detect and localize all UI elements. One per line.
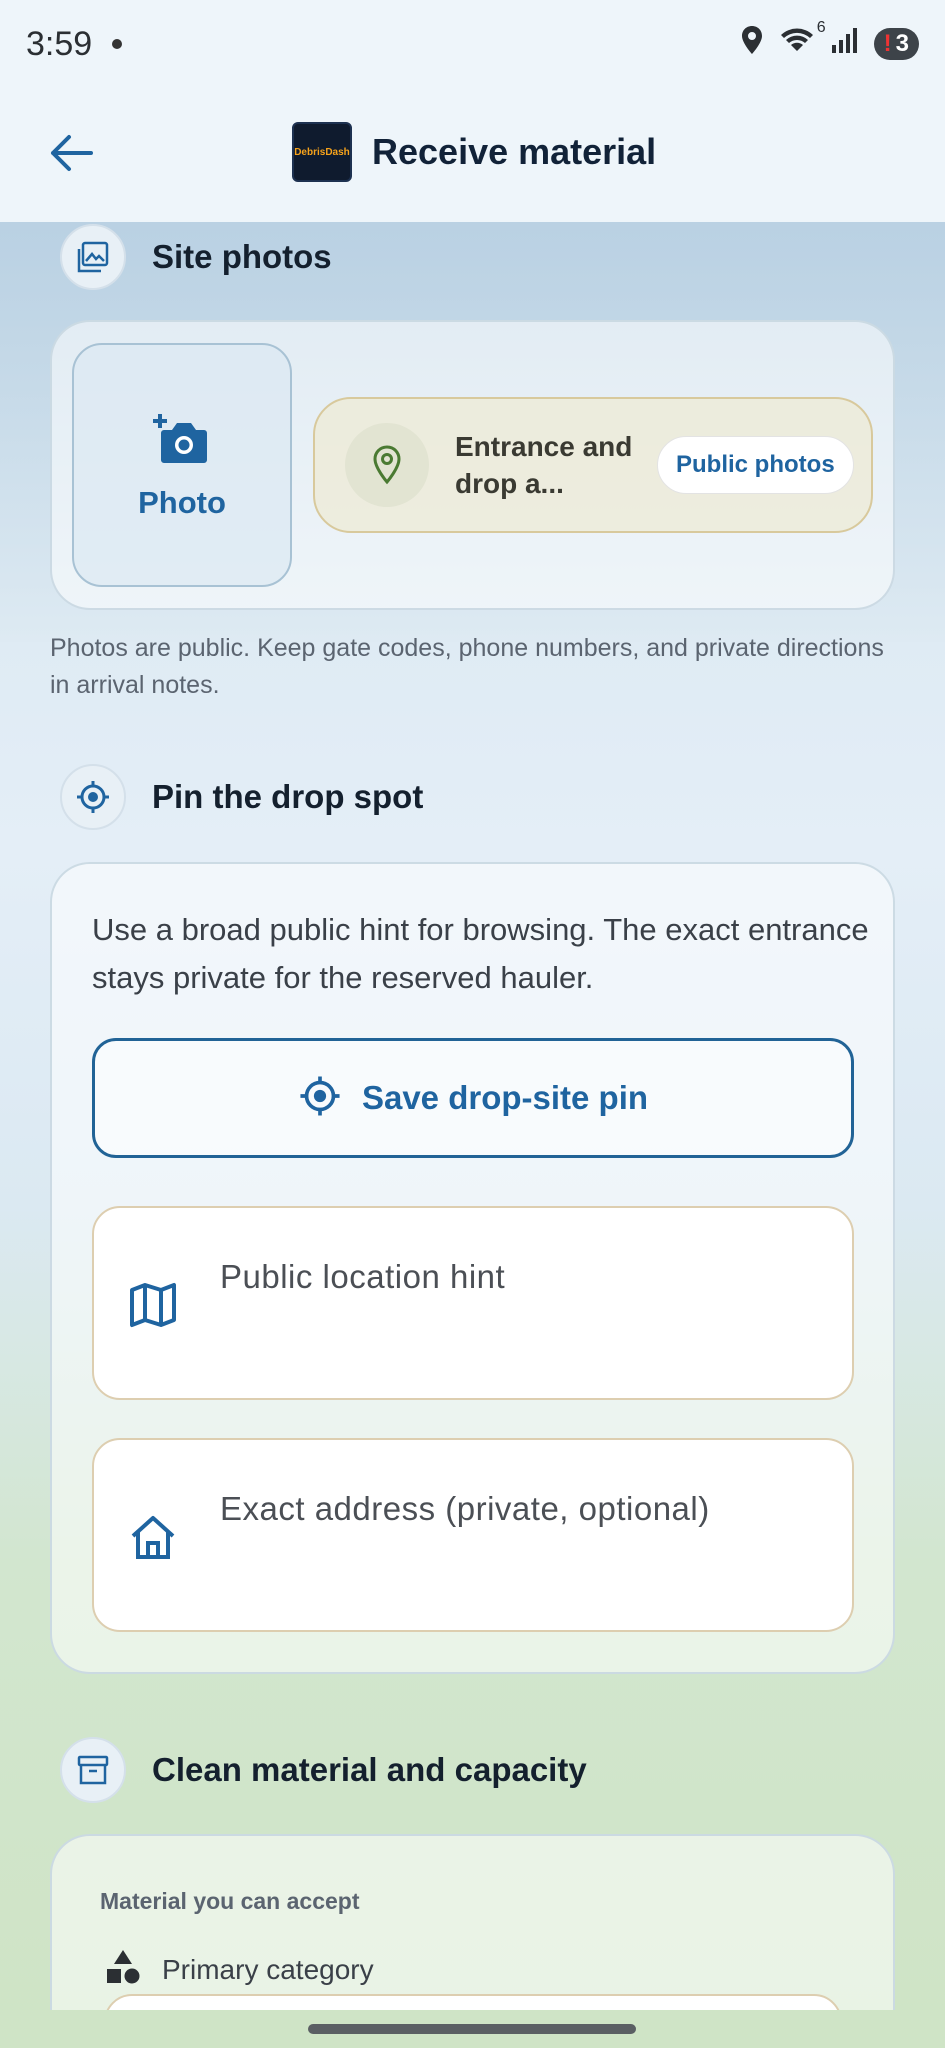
photo-privacy-note: Photos are public. Keep gate codes, phon… bbox=[50, 634, 884, 699]
shapes-icon bbox=[104, 1948, 142, 1991]
wifi-icon: 6 bbox=[778, 19, 826, 64]
section-header-pin: Pin the drop spot bbox=[60, 764, 423, 830]
battery-warning: ! bbox=[883, 30, 892, 57]
battery-count: 3 bbox=[895, 30, 909, 57]
primary-category-label: Primary category bbox=[162, 1953, 374, 1985]
status-time: 3:59 bbox=[26, 24, 93, 63]
map-icon bbox=[128, 1280, 178, 1330]
logo-text: DebrisDash bbox=[294, 146, 350, 158]
location-status-icon bbox=[740, 25, 764, 64]
status-bar: 3:59 6 ! 3 bbox=[0, 0, 945, 88]
back-button[interactable] bbox=[44, 128, 98, 182]
target-icon bbox=[298, 1074, 342, 1123]
photo-button-label: Photo bbox=[138, 484, 226, 520]
map-pin-icon bbox=[345, 423, 429, 507]
section-header-material: Clean material and capacity bbox=[60, 1737, 587, 1803]
section-header-site-photos: Site photos bbox=[60, 224, 332, 290]
public-location-hint-field[interactable]: Public location hint bbox=[92, 1206, 854, 1400]
save-drop-site-pin-button[interactable]: Save drop-site pin bbox=[92, 1038, 854, 1158]
battery-indicator: ! 3 bbox=[873, 28, 919, 60]
section-title: Pin the drop spot bbox=[152, 778, 424, 815]
material-accept-label: Material you can accept bbox=[100, 1888, 360, 1914]
save-pin-label: Save drop-site pin bbox=[361, 1079, 649, 1116]
page-title: Receive material bbox=[372, 131, 657, 172]
exact-address-field[interactable]: Exact address (private, optional) bbox=[92, 1438, 854, 1632]
archive-icon bbox=[60, 1737, 126, 1803]
add-camera-icon bbox=[152, 410, 212, 471]
signal-icon bbox=[830, 25, 860, 64]
wifi-badge: 6 bbox=[816, 18, 826, 36]
section-title: Site photos bbox=[152, 238, 332, 275]
home-icon bbox=[128, 1512, 178, 1562]
home-indicator[interactable] bbox=[308, 2024, 636, 2034]
image-icon bbox=[60, 224, 126, 290]
public-photos-badge[interactable]: Public photos bbox=[657, 436, 854, 494]
primary-category-row: Primary category bbox=[104, 1948, 374, 1991]
arrow-left-icon bbox=[49, 133, 93, 178]
pin-description: Use a broad public hint for browsing. Th… bbox=[92, 912, 869, 995]
section-title: Clean material and capacity bbox=[152, 1751, 587, 1788]
add-photo-button[interactable]: Photo bbox=[72, 343, 292, 587]
app-bar: DebrisDash Receive material bbox=[0, 88, 945, 222]
location-photo-chip[interactable]: Entrance and drop a... Public photos bbox=[313, 397, 873, 533]
exact-address-label: Exact address (private, optional) bbox=[220, 1490, 710, 1527]
public-location-hint-label: Public location hint bbox=[220, 1258, 506, 1295]
target-icon bbox=[60, 764, 126, 830]
location-chip-text: Entrance and drop a... bbox=[455, 431, 633, 499]
app-logo: DebrisDash bbox=[292, 122, 352, 182]
notification-dot bbox=[112, 39, 123, 49]
